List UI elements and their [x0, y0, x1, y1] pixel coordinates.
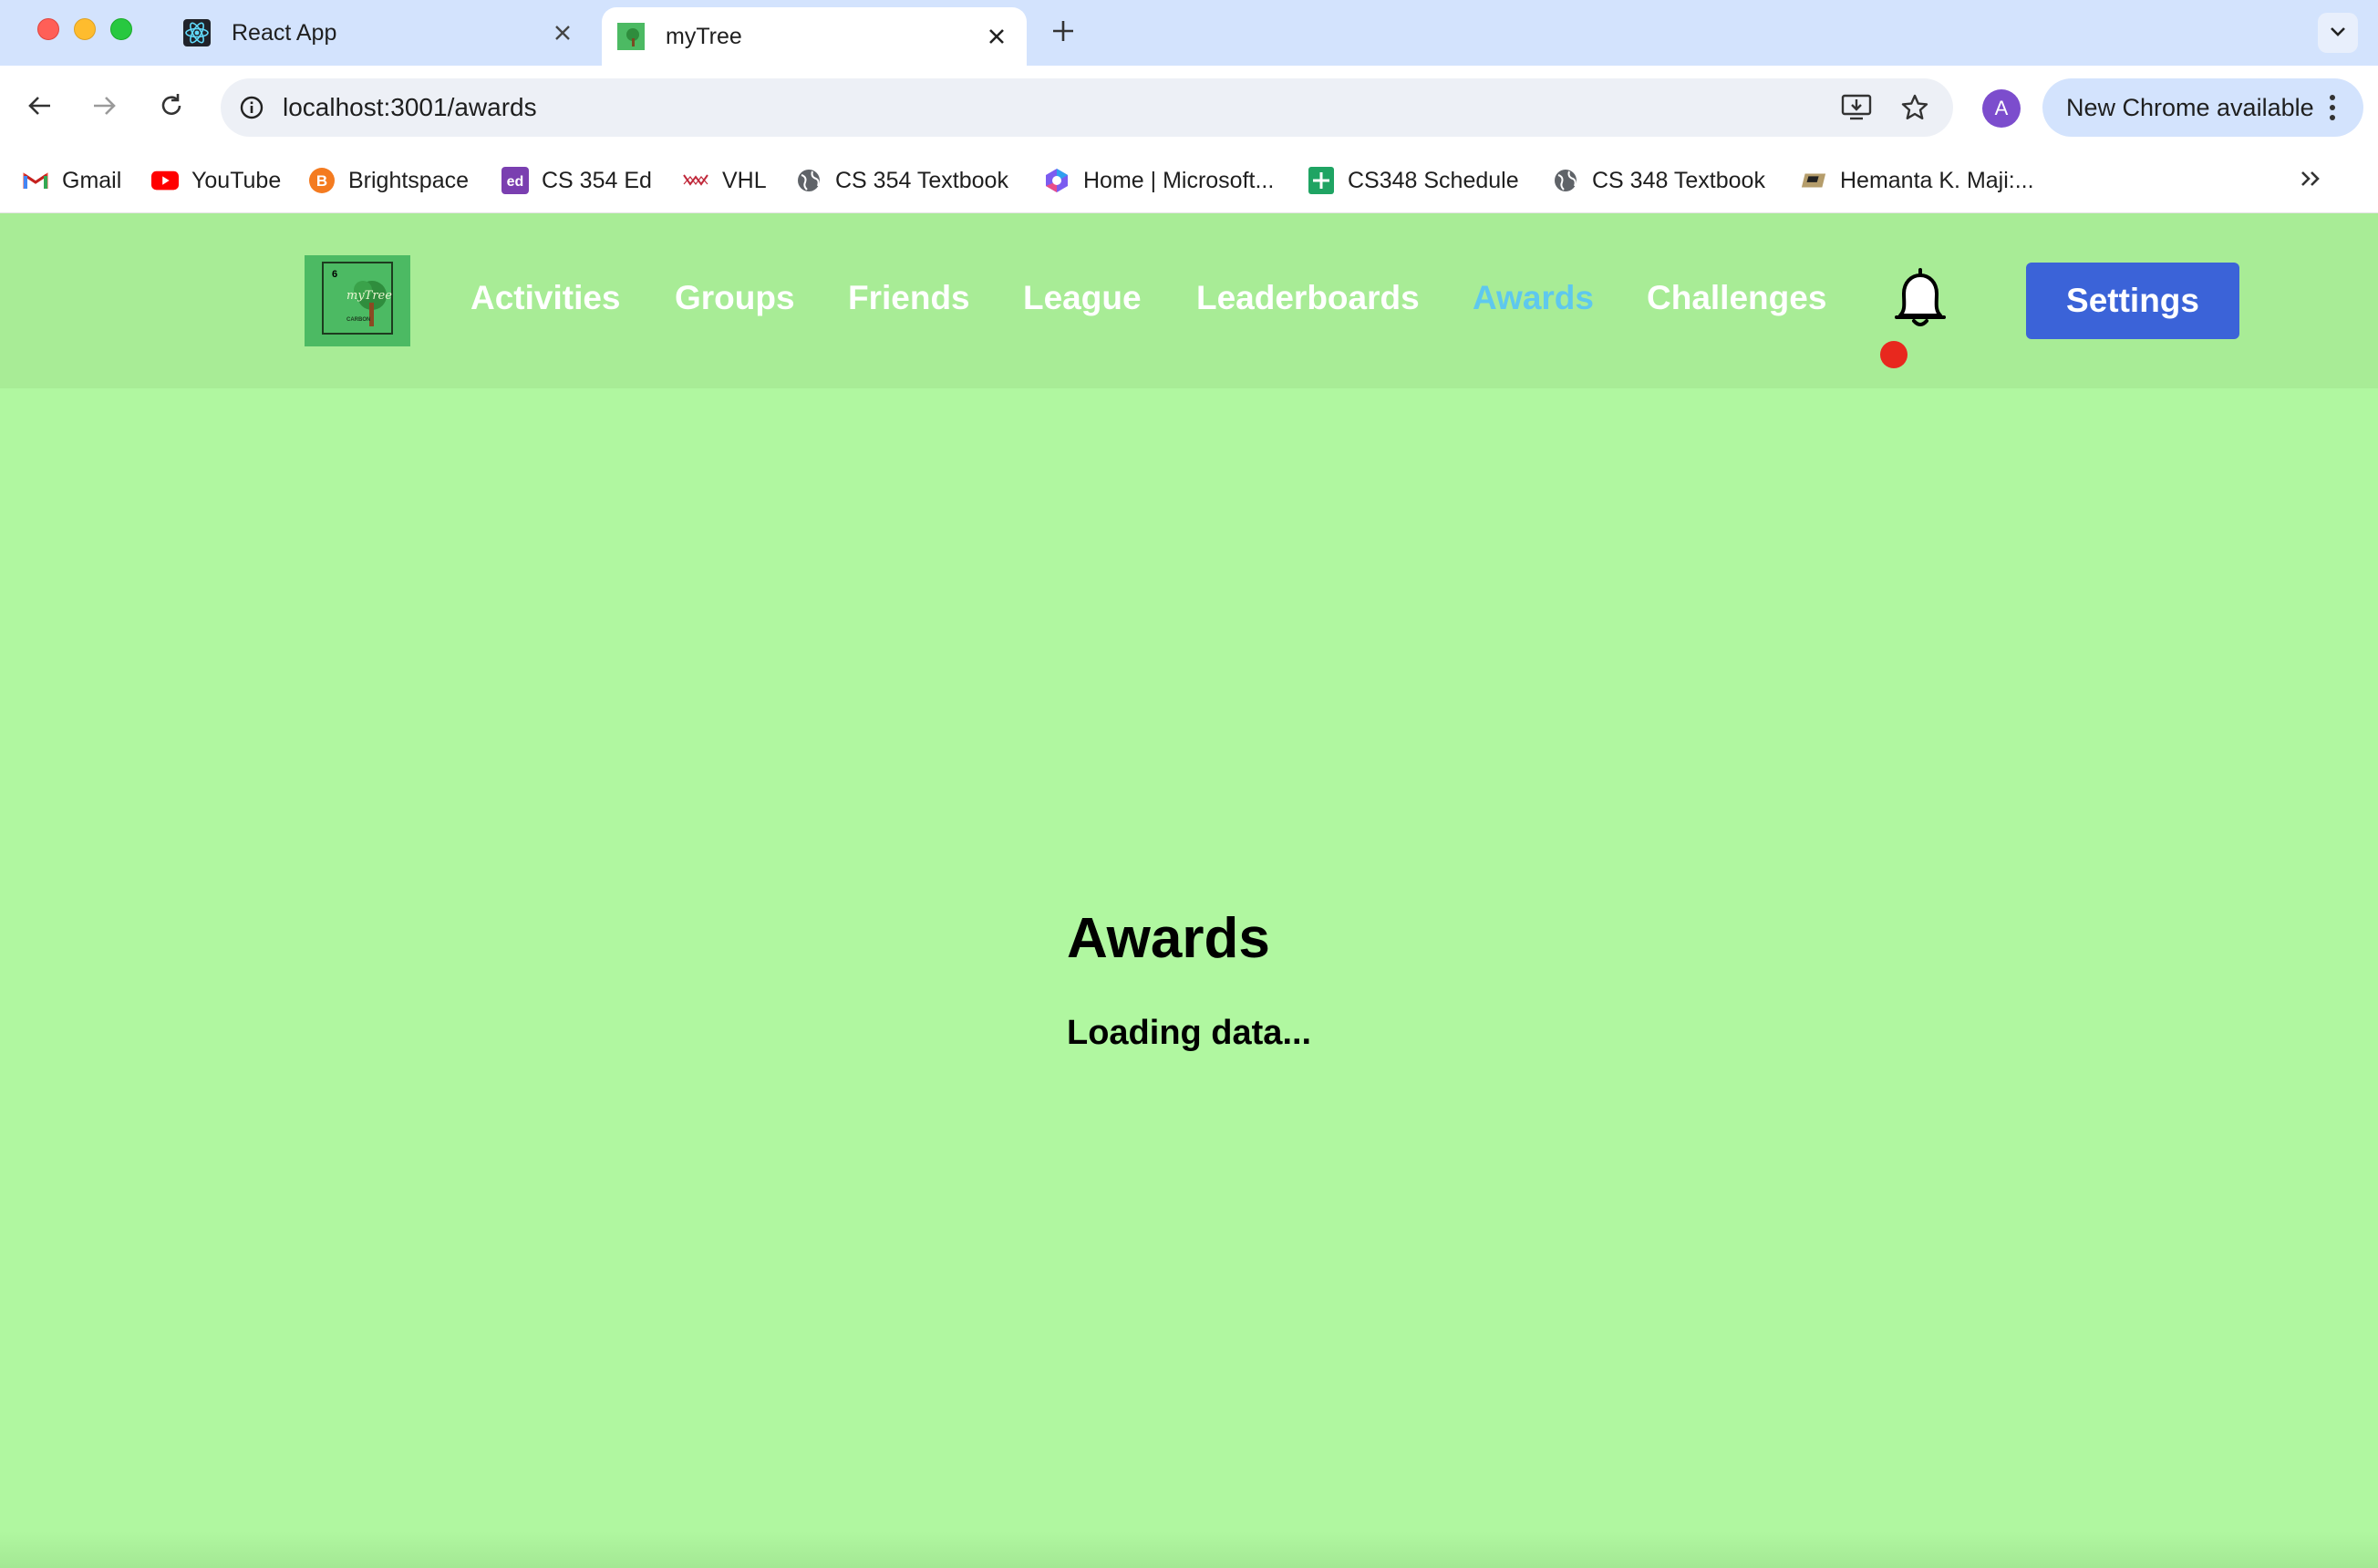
bookmark-label: Home | Microsoft...	[1083, 167, 1275, 193]
more-vertical-icon[interactable]	[2314, 94, 2351, 121]
nav-friends[interactable]: Friends	[848, 279, 970, 317]
tab-close-icon[interactable]	[549, 19, 576, 46]
svg-text:CARBON: CARBON	[346, 317, 370, 323]
bookmark-label: Hemanta K. Maji:...	[1840, 167, 2034, 193]
vhl-icon	[682, 167, 709, 194]
arrow-left-icon	[26, 92, 54, 124]
sheets-icon	[1308, 167, 1335, 194]
new-chrome-available-button[interactable]: New Chrome available	[2042, 78, 2363, 137]
back-button[interactable]	[18, 86, 62, 129]
bookmark-cs348-schedule[interactable]: CS348 Schedule	[1308, 162, 1519, 199]
page-title: Awards	[1067, 907, 1270, 970]
loading-status: Loading data...	[1067, 1014, 1312, 1052]
youtube-icon	[151, 167, 179, 194]
bookmark-home-microsoft[interactable]: Home | Microsoft...	[1043, 162, 1274, 199]
tab-search-button[interactable]	[2318, 13, 2358, 53]
svg-text:B: B	[316, 172, 327, 190]
url-text[interactable]: localhost:3001/awards	[283, 93, 1836, 122]
bookmark-label: Brightspace	[348, 167, 470, 193]
svg-text:ed: ed	[507, 174, 524, 190]
settings-button[interactable]: Settings	[2026, 263, 2239, 339]
tab-title: myTree	[666, 23, 742, 49]
globe-icon	[795, 167, 822, 194]
bookmark-cs348-textbook[interactable]: CS 348 Textbook	[1552, 162, 1765, 199]
bookmark-label: CS348 Schedule	[1348, 167, 1519, 193]
bookmark-label: VHL	[722, 167, 767, 193]
bookmark-vhl[interactable]: VHL	[682, 162, 767, 199]
globe-icon	[1552, 167, 1579, 194]
more-bookmarks-button[interactable]	[2294, 164, 2327, 197]
react-icon	[182, 18, 212, 47]
bookmark-gmail[interactable]: Gmail	[22, 162, 121, 199]
mytree-logo[interactable]: 6 myTree CARBON	[305, 255, 410, 346]
reload-icon	[158, 92, 185, 124]
mytree-favicon	[616, 22, 646, 51]
tab-react-app[interactable]: React App	[173, 0, 593, 66]
install-app-icon[interactable]	[1836, 88, 1877, 128]
bookmark-brightspace[interactable]: B Brightspace	[308, 162, 469, 199]
browser-toolbar: localhost:3001/awards A New Chrome avail…	[0, 66, 2378, 150]
brightspace-icon: B	[308, 167, 336, 194]
tab-mytree[interactable]: myTree	[602, 7, 1027, 66]
forward-button[interactable]	[82, 86, 126, 129]
browser-tab-strip: React App myTree	[0, 0, 2378, 66]
nav-challenges[interactable]: Challenges	[1647, 279, 1826, 317]
bookmark-label: YouTube	[191, 167, 282, 193]
svg-text:myTree: myTree	[346, 289, 392, 303]
bookmark-label: CS 354 Ed	[542, 167, 652, 193]
bell-icon[interactable]	[1886, 264, 1955, 334]
profile-avatar[interactable]: A	[1982, 89, 2021, 128]
new-tab-button[interactable]	[1045, 13, 1081, 49]
tab-title: React App	[232, 19, 337, 46]
nav-league[interactable]: League	[1023, 279, 1142, 317]
double-chevron-right-icon	[2300, 170, 2321, 192]
window-close-button[interactable]	[37, 18, 59, 40]
bookmark-label: CS 354 Textbook	[835, 167, 1008, 193]
ed-icon: ed	[501, 167, 529, 194]
bookmark-hemanta-maji[interactable]: Hemanta K. Maji:...	[1800, 162, 2034, 199]
purdue-icon	[1800, 167, 1827, 194]
reload-button[interactable]	[150, 86, 193, 129]
site-info-icon[interactable]	[233, 89, 270, 126]
svg-text:6: 6	[332, 269, 337, 280]
microsoft-icon	[1043, 167, 1070, 194]
window-minimize-button[interactable]	[74, 18, 96, 40]
nav-leaderboards[interactable]: Leaderboards	[1196, 279, 1420, 317]
nav-groups[interactable]: Groups	[675, 279, 795, 317]
update-chip-label: New Chrome available	[2066, 93, 2314, 121]
chevron-down-icon	[2328, 21, 2348, 46]
bookmark-star-icon[interactable]	[1895, 88, 1935, 128]
address-bar[interactable]: localhost:3001/awards	[221, 78, 1953, 137]
app-navbar: 6 myTree CARBON Activities Groups Friend…	[0, 213, 2378, 388]
page-bottom-edge	[0, 1532, 2378, 1568]
bookmark-cs354-ed[interactable]: ed CS 354 Ed	[501, 162, 652, 199]
gmail-icon	[22, 167, 49, 194]
bookmark-youtube[interactable]: YouTube	[151, 162, 281, 199]
bookmark-cs354-textbook[interactable]: CS 354 Textbook	[795, 162, 1008, 199]
nav-activities[interactable]: Activities	[470, 279, 621, 317]
bookmark-label: CS 348 Textbook	[1592, 167, 1765, 193]
notification-badge	[1880, 341, 1908, 368]
nav-awards[interactable]: Awards	[1473, 279, 1594, 317]
bookmark-label: Gmail	[62, 167, 122, 193]
bookmarks-bar: Gmail YouTube B Brightspace ed CS 354 Ed…	[0, 150, 2378, 213]
tab-close-icon[interactable]	[983, 23, 1010, 50]
arrow-right-icon	[90, 92, 118, 124]
window-zoom-button[interactable]	[110, 18, 132, 40]
